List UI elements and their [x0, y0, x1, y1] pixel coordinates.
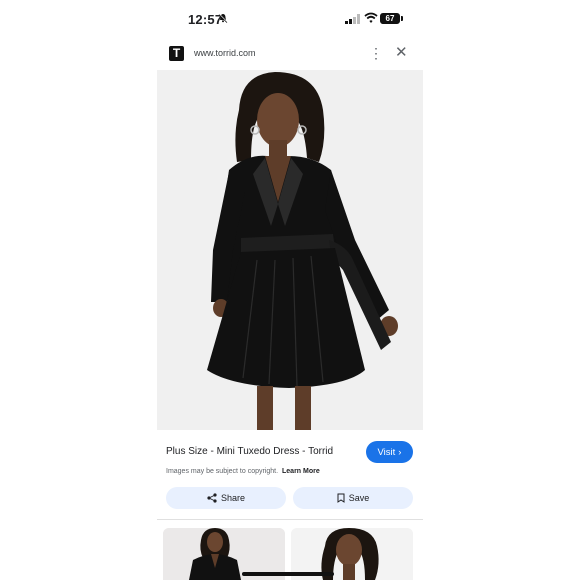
url-bar: T www.torrid.com ⋮ ✕	[157, 40, 423, 68]
status-bar: 12:57 67	[0, 0, 580, 40]
bookmark-icon	[337, 493, 345, 503]
home-indicator[interactable]	[242, 572, 334, 576]
visit-button[interactable]: Visit ›	[366, 441, 413, 463]
bell-muted-icon	[218, 13, 228, 26]
visit-label: Visit	[377, 446, 396, 458]
share-button[interactable]: Share	[166, 487, 286, 509]
site-favicon: T	[169, 46, 184, 61]
battery-icon: 67	[380, 13, 403, 24]
share-label: Share	[220, 493, 246, 503]
signal-icon	[345, 14, 360, 24]
close-icon[interactable]: ✕	[395, 43, 408, 61]
more-vert-icon[interactable]: ⋮	[369, 45, 383, 62]
chevron-right-icon: ›	[398, 446, 402, 458]
copyright-text: Images may be subject to copyright.	[166, 468, 279, 475]
result-title[interactable]: Plus Size - Mini Tuxedo Dress - Torrid	[166, 446, 333, 457]
divider	[157, 519, 423, 520]
wifi-icon	[364, 12, 378, 23]
share-icon	[207, 493, 217, 503]
learn-more-link[interactable]: Learn More	[282, 468, 320, 475]
copyright-notice: Images may be subject to copyright. Lear…	[166, 468, 320, 475]
dress-photo	[157, 70, 423, 430]
product-image[interactable]	[157, 70, 423, 430]
save-button[interactable]: Save	[293, 487, 413, 509]
save-label: Save	[348, 493, 370, 503]
url-text[interactable]: www.torrid.com	[194, 48, 256, 58]
